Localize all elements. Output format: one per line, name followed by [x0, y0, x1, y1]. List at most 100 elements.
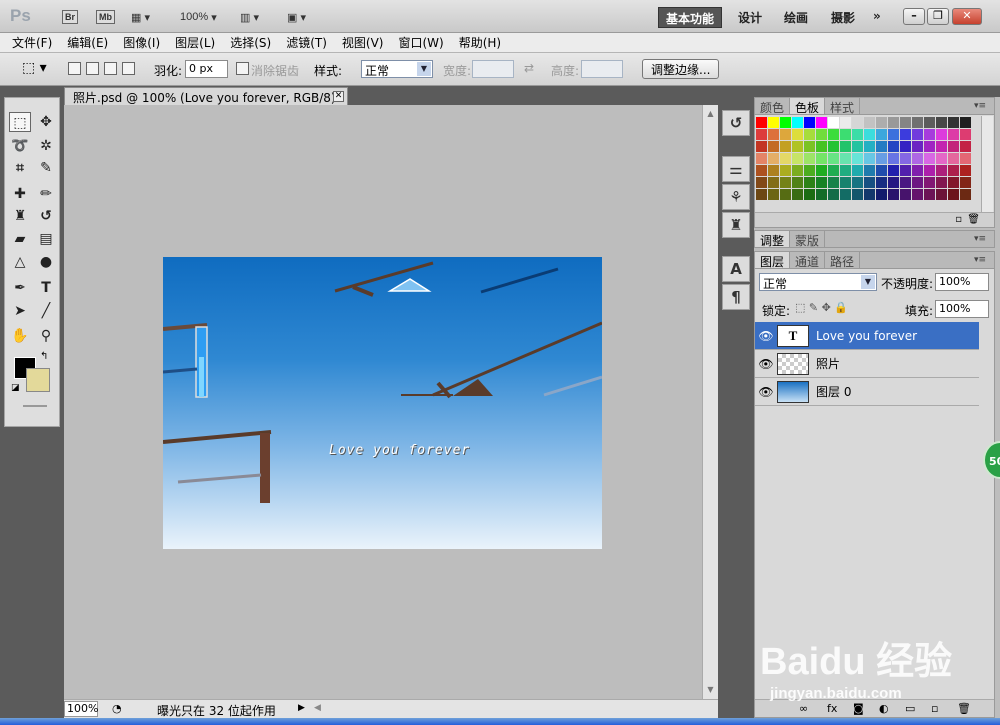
clone-stamp-tool-icon[interactable]: ♜ [9, 206, 31, 226]
marquee-preset-icon[interactable]: ⬚ ▾ [22, 60, 47, 76]
color-swatch[interactable] [828, 129, 839, 140]
color-swatch[interactable] [816, 165, 827, 176]
color-swatch[interactable] [792, 141, 803, 152]
color-swatch[interactable] [780, 165, 791, 176]
color-swatch[interactable] [768, 153, 779, 164]
color-swatch[interactable] [876, 153, 887, 164]
workspace-essentials[interactable]: 基本功能 [658, 7, 723, 28]
color-swatch[interactable] [900, 189, 911, 200]
color-swatch[interactable] [900, 141, 911, 152]
screen-mode-button[interactable]: ▣ ▾ [287, 8, 306, 26]
brush-presets-panel-icon[interactable]: ⚌ [722, 156, 750, 182]
color-swatch[interactable] [888, 141, 899, 152]
color-swatch[interactable] [936, 165, 947, 176]
color-swatch[interactable] [900, 117, 911, 128]
color-swatch[interactable] [852, 165, 863, 176]
crop-tool-icon[interactable]: ⌗ [9, 158, 31, 178]
feather-input[interactable]: 0 px [185, 60, 228, 78]
restore-button[interactable]: ❐ [927, 8, 949, 25]
width-input[interactable] [472, 60, 514, 78]
color-swatch[interactable] [840, 129, 851, 140]
layers-menu-icon[interactable]: ▾≡ [969, 254, 991, 266]
color-swatch[interactable] [804, 117, 815, 128]
color-swatch[interactable] [768, 165, 779, 176]
color-swatch[interactable] [876, 165, 887, 176]
color-swatch[interactable] [756, 129, 767, 140]
color-swatch[interactable] [840, 177, 851, 188]
layer-row-text[interactable]: 👁 T Love you forever [755, 322, 979, 350]
color-swatch[interactable] [852, 153, 863, 164]
new-swatch-icon[interactable]: ▫ [955, 214, 962, 225]
color-swatch[interactable] [960, 189, 971, 200]
zoom-level-dropdown[interactable]: 100% ▾ [180, 8, 217, 26]
menu-select[interactable]: 选择(S) [230, 34, 271, 51]
fill-input[interactable]: 100% [935, 300, 989, 318]
color-swatch[interactable] [924, 117, 935, 128]
color-swatch[interactable] [804, 153, 815, 164]
color-swatch[interactable] [936, 141, 947, 152]
tab-swatches[interactable]: 色板 [790, 98, 826, 115]
link-layers-icon[interactable]: ∞ [799, 702, 808, 715]
color-swatch[interactable] [888, 189, 899, 200]
dodge-tool-icon[interactable]: ● [35, 252, 57, 272]
selection-mode-new-icon[interactable] [68, 62, 81, 75]
color-swatch[interactable] [768, 189, 779, 200]
color-swatch[interactable] [828, 165, 839, 176]
scroll-up-icon[interactable]: ▲ [704, 107, 717, 120]
close-button[interactable]: ✕ [952, 8, 982, 25]
menu-file[interactable]: 文件(F) [12, 34, 52, 51]
color-swatch[interactable] [756, 153, 767, 164]
default-colors-icon[interactable]: ◪ [11, 383, 20, 393]
selection-mode-intersect-icon[interactable] [122, 62, 135, 75]
menu-image[interactable]: 图像(I) [123, 34, 160, 51]
color-swatch[interactable] [756, 189, 767, 200]
color-swatch[interactable] [792, 153, 803, 164]
adjustments-menu-icon[interactable]: ▾≡ [969, 233, 991, 245]
color-swatch[interactable] [756, 165, 767, 176]
color-swatch[interactable] [876, 177, 887, 188]
panel-menu-icon[interactable]: ▾≡ [969, 100, 991, 112]
color-swatch[interactable] [864, 117, 875, 128]
quick-mask-icon[interactable] [23, 405, 47, 407]
color-swatch[interactable] [900, 129, 911, 140]
color-swatch[interactable] [792, 189, 803, 200]
color-swatch[interactable] [864, 153, 875, 164]
lock-options-icons[interactable]: ⬚ ✎ ✥ 🔒 [795, 301, 848, 314]
mini-bridge-button[interactable]: Mb [96, 8, 115, 26]
blur-tool-icon[interactable]: △ [9, 252, 31, 272]
brush-panel-icon[interactable]: ⚘ [722, 184, 750, 210]
more-workspaces-button[interactable]: » [866, 7, 888, 28]
color-swatch[interactable] [828, 141, 839, 152]
eraser-tool-icon[interactable]: ▰ [9, 229, 31, 249]
tab-paths[interactable]: 路径 [825, 252, 861, 269]
workspace-painting[interactable]: 绘画 [777, 7, 815, 28]
color-swatch[interactable] [756, 141, 767, 152]
color-swatch[interactable] [876, 189, 887, 200]
color-swatch[interactable] [960, 165, 971, 176]
close-document-icon[interactable]: ✕ [333, 91, 344, 102]
color-swatch[interactable] [852, 129, 863, 140]
line-tool-icon[interactable]: ╱ [35, 301, 57, 321]
color-swatch[interactable] [780, 141, 791, 152]
color-swatch[interactable] [840, 165, 851, 176]
color-swatch[interactable] [864, 177, 875, 188]
tab-styles[interactable]: 样式 [825, 98, 861, 115]
color-swatch[interactable] [792, 165, 803, 176]
tab-adjustments[interactable]: 调整 [755, 231, 791, 248]
arrange-documents-button[interactable]: ▥ ▾ [240, 8, 259, 26]
color-swatch[interactable] [948, 165, 959, 176]
color-swatch[interactable] [948, 129, 959, 140]
scroll-down-icon[interactable]: ▼ [704, 683, 717, 696]
color-swatch[interactable] [912, 177, 923, 188]
height-input[interactable] [581, 60, 623, 78]
visibility-eye-icon[interactable]: 👁 [755, 357, 777, 371]
color-swatch[interactable] [900, 153, 911, 164]
menu-view[interactable]: 视图(V) [342, 34, 384, 51]
color-swatch[interactable] [792, 129, 803, 140]
color-swatch[interactable] [912, 129, 923, 140]
color-swatch[interactable] [852, 177, 863, 188]
history-brush-tool-icon[interactable]: ↺ [35, 206, 57, 226]
color-swatch[interactable] [924, 177, 935, 188]
color-swatch[interactable] [900, 177, 911, 188]
color-swatch[interactable] [804, 165, 815, 176]
